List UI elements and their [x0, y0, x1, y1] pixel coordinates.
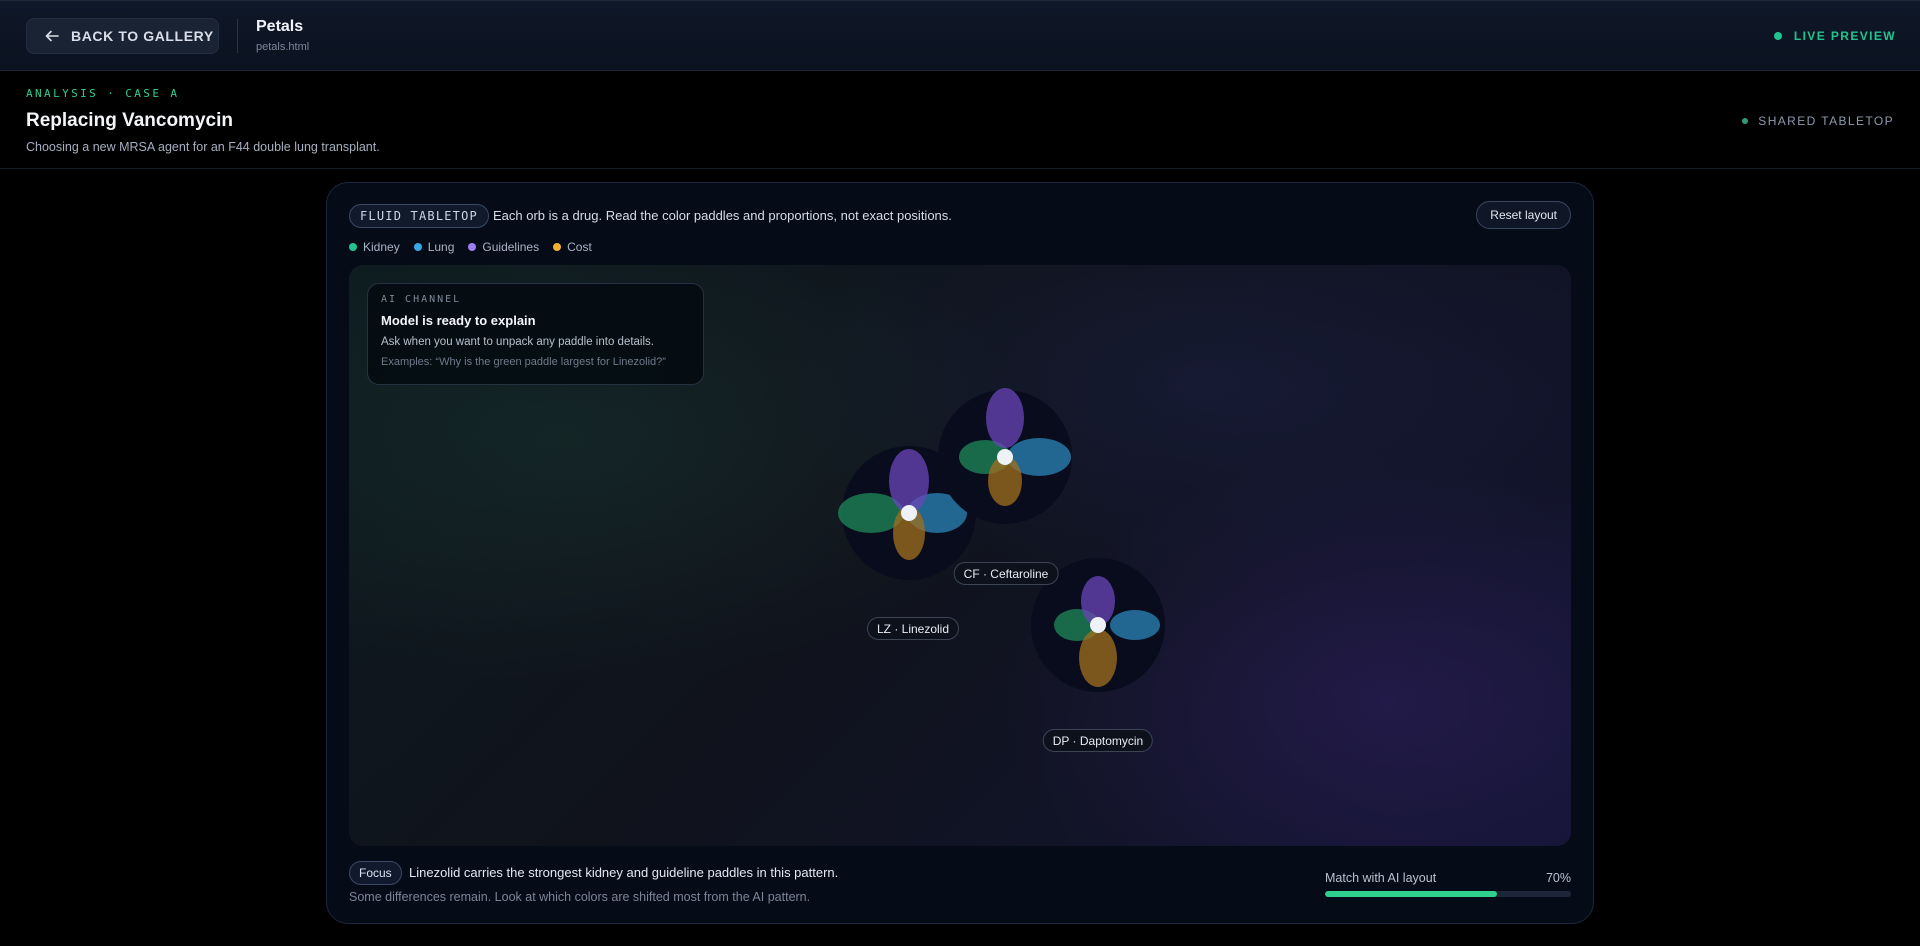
page-title: Replacing Vancomycin: [26, 110, 233, 131]
legend-label: Guidelines: [482, 240, 540, 254]
legend-label: Kidney: [363, 240, 400, 254]
orb-label-daptomycin[interactable]: DP · Daptomycin: [1042, 729, 1154, 752]
fluid-tabletop-chip: FLUID TABLETOP: [349, 204, 489, 228]
reset-layout-button[interactable]: Reset layout: [1476, 201, 1571, 229]
orb-center-dot: [997, 449, 1013, 465]
live-preview-indicator: LIVE PREVIEW: [1773, 29, 1896, 43]
topbar-divider: [237, 19, 238, 53]
legend-item-cost: Cost: [553, 240, 592, 254]
back-to-gallery-button[interactable]: BACK TO GALLERY: [26, 18, 219, 54]
differences-text: Some differences remain. Look at which c…: [349, 890, 811, 904]
guidelines-swatch-icon: [468, 243, 477, 251]
legend-item-guidelines: Guidelines: [468, 240, 539, 254]
legend-item-lung: Lung: [413, 240, 455, 254]
shared-tabletop-label: SHARED TABLETOP: [1758, 114, 1894, 128]
guidelines-petal: [889, 449, 929, 513]
match-percent: 70%: [1545, 871, 1571, 885]
tabletop-instructions: Each orb is a drug. Read the color paddl…: [493, 208, 952, 223]
orbs-layer: [838, 388, 1165, 692]
cost-petal: [1079, 629, 1117, 687]
orb-ceftaroline[interactable]: [938, 388, 1072, 524]
legend-label: Lung: [427, 240, 455, 254]
tabletop-canvas[interactable]: AI CHANNEL Model is ready to explain Ask…: [349, 265, 1571, 846]
match-label: Match with AI layout: [1325, 871, 1437, 885]
legend-label: Cost: [567, 240, 592, 254]
arrow-left-icon: [45, 30, 59, 42]
analysis-kicker: ANALYSIS · CASE A: [26, 87, 180, 100]
shared-tabletop-indicator: SHARED TABLETOP: [1742, 114, 1894, 128]
legend-item-kidney: Kidney: [349, 240, 400, 254]
page-subtitle: Choosing a new MRSA agent for an F44 dou…: [26, 140, 380, 154]
guidelines-petal: [986, 388, 1024, 448]
live-status-dot-icon: [1773, 32, 1782, 40]
app-title: Petals: [256, 18, 304, 35]
top-bar: BACK TO GALLERY Petals petals.html LIVE …: [0, 0, 1920, 71]
shared-status-dot-icon: [1742, 118, 1749, 124]
petal-legend: Kidney Lung Guidelines Cost: [349, 240, 606, 254]
app-file-name: petals.html: [256, 41, 310, 53]
cost-swatch-icon: [553, 243, 562, 251]
lung-swatch-icon: [413, 243, 422, 251]
lung-petal: [1110, 610, 1160, 640]
tabletop-panel: FLUID TABLETOP Each orb is a drug. Read …: [326, 182, 1594, 924]
orb-label-linezolid[interactable]: LZ · Linezolid: [866, 617, 960, 640]
back-to-gallery-label: BACK TO GALLERY: [71, 28, 214, 44]
orb-center-dot: [901, 505, 917, 521]
match-progress-fill: [1325, 891, 1498, 897]
kidney-swatch-icon: [349, 243, 357, 251]
orb-center-dot: [1090, 617, 1106, 633]
match-progress-bar: [1325, 891, 1571, 897]
header-divider: [0, 168, 1920, 169]
orb-label-ceftaroline[interactable]: CF · Ceftaroline: [953, 562, 1059, 585]
live-preview-label: LIVE PREVIEW: [1793, 29, 1896, 43]
focus-chip: Focus: [349, 861, 402, 885]
focus-text: Linezolid carries the strongest kidney a…: [409, 865, 839, 880]
